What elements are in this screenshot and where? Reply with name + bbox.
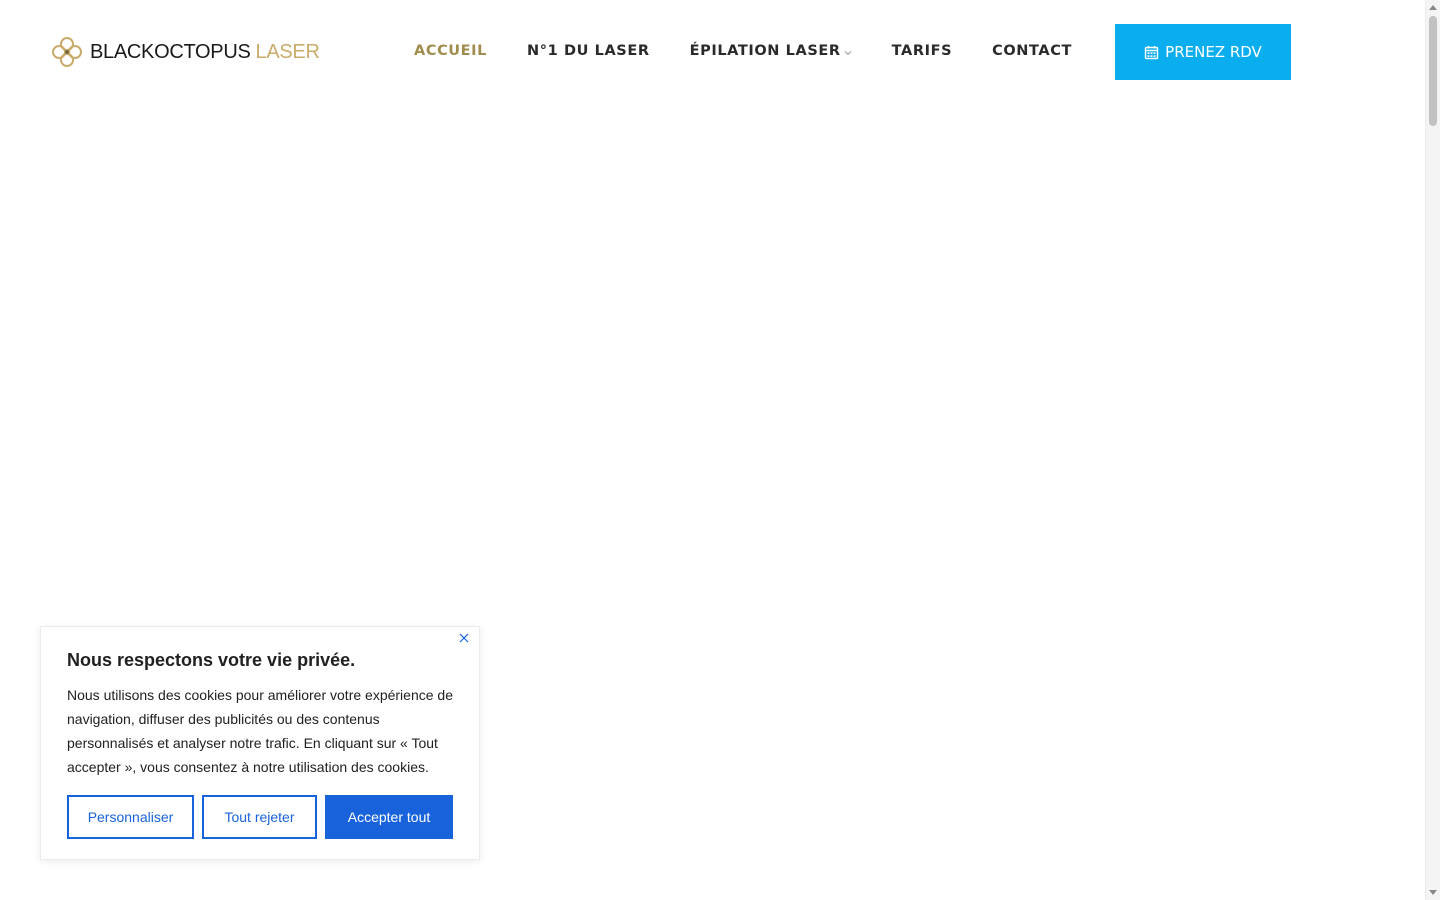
cookie-actions: Personnaliser Tout rejeter Accepter tout bbox=[67, 795, 453, 839]
logo-text-brand: BLACKOCTOPUS bbox=[90, 40, 251, 63]
nav-item-epilation-label: ÉPILATION LASER bbox=[689, 43, 841, 59]
octopus-logo-icon bbox=[52, 37, 82, 67]
close-icon bbox=[459, 633, 469, 643]
page: BLACKOCTOPUS LASER ACCUEIL N°1 DU LASER É… bbox=[0, 0, 1440, 900]
book-appointment-button[interactable]: PRENEZ RDV bbox=[1115, 24, 1291, 80]
page-scrollbar[interactable] bbox=[1425, 0, 1440, 900]
cookie-consent-banner: Nous respectons votre vie privée. Nous u… bbox=[40, 626, 480, 860]
nav-item-tarifs[interactable]: TARIFS bbox=[892, 40, 953, 62]
nav-item-contact[interactable]: CONTACT bbox=[992, 40, 1072, 62]
main-nav: ACCUEIL N°1 DU LASER ÉPILATION LASER TAR… bbox=[414, 40, 1072, 62]
scroll-thumb[interactable] bbox=[1429, 16, 1437, 126]
logo-wordmark: BLACKOCTOPUS LASER bbox=[90, 41, 320, 64]
cookie-close-button[interactable] bbox=[457, 631, 471, 645]
chevron-down-icon bbox=[844, 51, 851, 56]
cookie-accept-all-button[interactable]: Accepter tout bbox=[325, 795, 453, 839]
site-header: BLACKOCTOPUS LASER ACCUEIL N°1 DU LASER É… bbox=[0, 0, 1425, 104]
nav-item-accueil[interactable]: ACCUEIL bbox=[414, 40, 487, 62]
scroll-up-arrow-icon[interactable] bbox=[1429, 5, 1437, 10]
nav-item-n1-du-laser[interactable]: N°1 DU LASER bbox=[527, 40, 650, 62]
nav-item-epilation-laser[interactable]: ÉPILATION LASER bbox=[690, 40, 852, 62]
scroll-down-arrow-icon[interactable] bbox=[1429, 890, 1437, 895]
site-logo[interactable]: BLACKOCTOPUS LASER bbox=[50, 34, 320, 70]
logo-text-laser: LASER bbox=[255, 40, 320, 63]
cookie-customize-button[interactable]: Personnaliser bbox=[67, 795, 194, 839]
calendar-icon bbox=[1144, 45, 1159, 59]
cookie-reject-all-button[interactable]: Tout rejeter bbox=[202, 795, 317, 839]
book-appointment-label: PRENEZ RDV bbox=[1165, 43, 1262, 61]
cookie-description: Nous utilisons des cookies pour améliore… bbox=[67, 687, 453, 775]
cookie-title: Nous respectons votre vie privée. bbox=[67, 650, 356, 670]
